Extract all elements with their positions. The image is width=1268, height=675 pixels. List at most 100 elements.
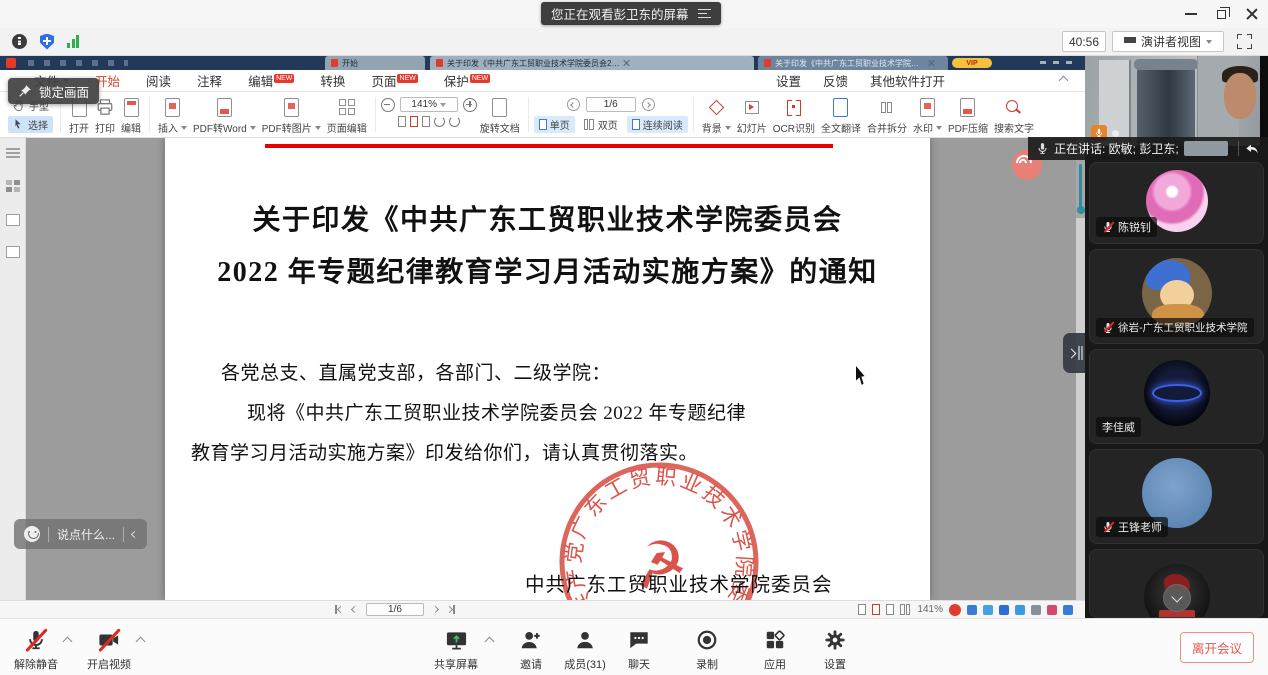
- security-shield-icon[interactable]: [40, 34, 54, 50]
- audio-options-chevron[interactable]: [63, 637, 73, 647]
- participant-tile[interactable]: 陈锐钊: [1089, 162, 1264, 244]
- collapse-chat-icon[interactable]: [131, 530, 138, 537]
- first-page-icon[interactable]: [335, 605, 343, 614]
- collapse-ribbon-icon[interactable]: [1059, 76, 1069, 86]
- single-page-mode[interactable]: 单页: [534, 116, 575, 133]
- ocr-button[interactable]: OCR识别: [770, 94, 818, 135]
- edit-button[interactable]: 编辑: [118, 94, 144, 135]
- panel-expand-handle[interactable]: [1063, 333, 1085, 373]
- menu-settings[interactable]: 设置: [776, 71, 801, 90]
- fit-page-icon[interactable]: [398, 116, 406, 127]
- chat-placeholder[interactable]: 说点什么...: [57, 526, 115, 543]
- watermark-button[interactable]: 水印: [910, 94, 945, 135]
- record-button[interactable]: 录制: [683, 628, 731, 672]
- next-page-icon[interactable]: [432, 606, 439, 613]
- banner-menu-icon[interactable]: [698, 9, 711, 18]
- video-options-chevron[interactable]: [136, 637, 146, 647]
- page-edit-button[interactable]: 页面编辑: [324, 94, 370, 135]
- menu-protect[interactable]: 保护NEW: [444, 71, 490, 90]
- view-fit-icon[interactable]: [872, 604, 880, 615]
- rotate-doc-button[interactable]: 旋转文档: [477, 94, 523, 135]
- menu-feedback[interactable]: 反馈: [823, 71, 848, 90]
- menu-read[interactable]: 阅读: [146, 71, 171, 90]
- document-page[interactable]: 关于印发《中共广东工贸职业技术学院委员会 2022 年专题纪律教育学习月活动实施…: [165, 138, 930, 600]
- tab-close-icon[interactable]: [929, 60, 935, 66]
- taskbar-icon[interactable]: [1015, 605, 1025, 615]
- taskbar-icon[interactable]: [983, 605, 993, 615]
- invite-button[interactable]: 邀请: [507, 628, 555, 672]
- annotations-icon[interactable]: [6, 214, 20, 226]
- pdf-window-controls[interactable]: [1040, 61, 1074, 64]
- meeting-info-icon[interactable]: [12, 34, 27, 49]
- menu-open-with[interactable]: 其他软件打开: [870, 71, 945, 90]
- participant-tile[interactable]: 李佳威: [1089, 349, 1264, 444]
- view-width-icon[interactable]: [886, 604, 894, 615]
- taskbar-icon[interactable]: [1047, 605, 1057, 615]
- start-video-button[interactable]: 开启视频: [85, 628, 133, 672]
- vip-badge[interactable]: VIP: [952, 58, 992, 68]
- chat-button[interactable]: 聊天: [615, 628, 663, 672]
- double-page-mode[interactable]: 双页: [579, 116, 623, 133]
- thumbnails-icon[interactable]: [6, 180, 20, 192]
- prev-page-icon[interactable]: [351, 606, 358, 613]
- page-indicator-box[interactable]: 1/6: [586, 97, 636, 112]
- participant-tile[interactable]: 徐岩-广东工贸职业技术学院: [1089, 249, 1264, 344]
- emoji-icon[interactable]: [24, 526, 40, 542]
- leave-meeting-button[interactable]: 离开会议: [1180, 632, 1254, 663]
- app-logo-icon[interactable]: [949, 604, 961, 616]
- pdf-to-word-button[interactable]: PDF转Word: [190, 94, 259, 135]
- zoom-level-box[interactable]: 141%: [400, 97, 458, 112]
- footer-page-box[interactable]: 1/6: [366, 603, 424, 616]
- zoom-out-icon[interactable]: [381, 98, 395, 112]
- unmute-button[interactable]: 解除静音: [12, 628, 60, 672]
- last-page-icon[interactable]: [447, 605, 455, 614]
- participant-tile[interactable]: 王锋老师: [1089, 449, 1264, 544]
- select-tool[interactable]: 选择: [8, 116, 53, 133]
- continuous-mode[interactable]: 连续阅读: [627, 116, 688, 133]
- fit-width-icon[interactable]: [410, 116, 418, 127]
- menu-convert[interactable]: 转换: [320, 71, 345, 90]
- view-mode-button[interactable]: 演讲者视图: [1112, 31, 1224, 52]
- share-options-chevron[interactable]: [485, 637, 495, 647]
- merge-split-button[interactable]: 合并拆分: [864, 94, 910, 135]
- quick-access-icons[interactable]: [28, 60, 128, 66]
- background-button[interactable]: 背景: [699, 94, 734, 135]
- actual-size-icon[interactable]: [422, 116, 430, 127]
- tab-home[interactable]: 开始: [325, 56, 425, 70]
- taskbar-icon[interactable]: [999, 605, 1009, 615]
- reply-arrow-icon[interactable]: [1244, 141, 1260, 157]
- chat-quick-input[interactable]: 说点什么...: [14, 519, 147, 549]
- menu-annotate[interactable]: 注释: [197, 71, 222, 90]
- minimize-button[interactable]: [1185, 13, 1197, 15]
- tab-document-2[interactable]: 关于印发《中共广东工贸职业技术学院委员会2…: [758, 56, 948, 70]
- view-single-icon[interactable]: [858, 604, 866, 615]
- rotate-left-icon[interactable]: [434, 116, 445, 127]
- taskbar-icon[interactable]: [1063, 605, 1073, 615]
- view-facing-icon[interactable]: [900, 604, 911, 615]
- tab-close-icon[interactable]: [623, 60, 629, 66]
- fullscreen-icon[interactable]: [1237, 34, 1252, 49]
- insert-button[interactable]: 插入: [155, 94, 190, 135]
- scroll-participants-down-button[interactable]: [1163, 584, 1191, 612]
- apps-button[interactable]: 应用: [751, 628, 799, 672]
- prev-page-icon[interactable]: [567, 98, 580, 111]
- pdf-to-image-button[interactable]: PDF转图片: [259, 94, 324, 135]
- search-text-button[interactable]: 搜索文字: [991, 94, 1037, 135]
- close-button[interactable]: [1246, 8, 1258, 20]
- rotate-right-icon[interactable]: [449, 116, 460, 127]
- settings-button[interactable]: 设置: [811, 628, 859, 672]
- bookmarks-icon[interactable]: [6, 148, 20, 160]
- next-page-icon[interactable]: [642, 98, 655, 111]
- share-screen-button[interactable]: 共享屏幕: [432, 628, 480, 672]
- menu-page[interactable]: 页面NEW: [371, 71, 417, 90]
- webcam-video-tile[interactable]: [1085, 56, 1268, 146]
- slideshow-button[interactable]: 幻灯片: [734, 94, 770, 135]
- lock-view-tooltip[interactable]: 锁定画面: [8, 78, 99, 104]
- attachments-icon[interactable]: [6, 246, 20, 258]
- restore-button[interactable]: [1217, 10, 1226, 19]
- compress-button[interactable]: PDF压缩: [945, 94, 991, 135]
- taskbar-icon[interactable]: [1031, 605, 1041, 615]
- menu-edit[interactable]: 编辑NEW: [248, 71, 294, 90]
- translate-button[interactable]: 全文翻译: [818, 94, 864, 135]
- tab-document-1[interactable]: 关于印发《中共广东工贸职业技术学院委员会2…: [430, 56, 754, 70]
